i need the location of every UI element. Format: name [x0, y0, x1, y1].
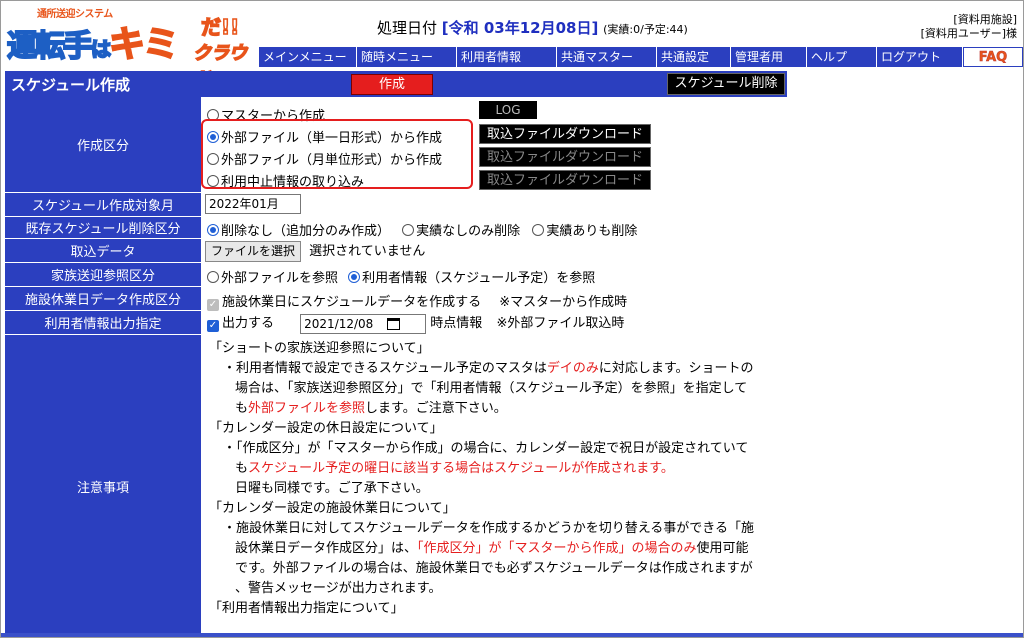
download-template-button-2[interactable]: 取込ファイルダウンロード — [479, 147, 651, 167]
menu-common-settings[interactable]: 共通設定 — [657, 47, 731, 67]
row-target-month: スケジュール作成対象月 2022年01月 — [5, 193, 787, 217]
family-ref-label: 家族送迎参照区分 — [5, 263, 201, 286]
user-output-date-input[interactable]: 2021/12/08 — [300, 313, 427, 334]
menu-adhoc[interactable]: 随時メニュー — [357, 47, 457, 67]
notes-label: 注意事項 — [5, 335, 201, 637]
log-button[interactable]: LOG — [479, 101, 537, 119]
menu-main[interactable]: メインメニュー — [259, 47, 357, 67]
app-window: 通所送迎システム 運転手はキミ だ!! クラウド 処理日付 [令和 03年12月… — [0, 0, 1024, 638]
logo-title: 運転手はキミ — [6, 23, 180, 66]
menu-help[interactable]: ヘルプ — [807, 47, 877, 67]
processing-date: 処理日付 [令和 03年12月08日] (実績:0/予定:44) — [377, 19, 688, 37]
menu-common-master[interactable]: 共通マスター — [557, 47, 657, 67]
radio-selected-icon[interactable] — [348, 271, 361, 283]
processing-date-value: [令和 03年12月08日] — [441, 19, 599, 37]
holiday-data-checkbox[interactable]: ✓ — [207, 299, 219, 311]
family-ref-option-file[interactable]: 外部ファイルを参照 — [207, 271, 338, 286]
delete-type-option-none[interactable]: 削除なし（追加分のみ作成） — [207, 224, 390, 239]
family-ref-option-user-info[interactable]: 利用者情報（スケジュール予定）を参照 — [348, 271, 595, 286]
holiday-data-note: ※マスターから作成時 — [499, 295, 628, 310]
row-import-data: 取込データ ファイルを選択 選択されていません — [5, 239, 787, 263]
menu-user-info[interactable]: 利用者情報 — [457, 47, 557, 67]
delete-type-option-with-results[interactable]: 実績ありも削除 — [532, 224, 637, 239]
main-menu-bar: メインメニュー 随時メニュー 利用者情報 共通マスター 共通設定 管理者用 ヘル… — [259, 47, 1023, 67]
user-output-checkbox[interactable]: ✓ — [207, 320, 219, 332]
highlight-box — [201, 119, 473, 189]
logo-da: だ!! — [200, 14, 240, 40]
calendar-icon[interactable] — [387, 317, 401, 330]
import-data-label: 取込データ — [5, 239, 201, 262]
facility-name: [資料用施設] — [953, 13, 1017, 26]
delete-type-option-no-results[interactable]: 実績なしのみ削除 — [402, 224, 520, 239]
create-type-label: 作成区分 — [5, 97, 201, 192]
row-notes: 注意事項 「ショートの家族送迎参照について」 ・利用者情報で設定できるスケジュー… — [5, 335, 787, 637]
menu-logout[interactable]: ログアウト — [877, 47, 963, 67]
logo[interactable]: 通所送迎システム 運転手はキミ だ!! クラウド — [6, 5, 257, 91]
delete-schedule-button[interactable]: スケジュール削除 — [667, 73, 785, 95]
download-template-button-3[interactable]: 取込ファイルダウンロード — [479, 170, 651, 190]
file-status: 選択されていません — [309, 244, 426, 259]
page-title-bar: スケジュール作成 作成 スケジュール削除 — [5, 71, 787, 97]
notes-content: 「ショートの家族送迎参照について」 ・利用者情報で設定できるスケジュール予定のマ… — [203, 335, 787, 637]
create-button[interactable]: 作成 — [351, 74, 433, 95]
user-output-label: 利用者情報出力指定 — [5, 311, 201, 334]
row-user-output: 利用者情報出力指定 ✓ 出力する 2021/12/08 時点情報 ※外部ファイル取… — [5, 311, 787, 335]
schedule-form: 作成区分 マスターから作成 外部ファイル（単一日形式）から作成 外部ファイル（月… — [5, 97, 787, 637]
row-delete-type: 既存スケジュール削除区分 削除なし（追加分のみ作成） 実績なしのみ削除 実績あり… — [5, 217, 787, 239]
download-template-button-1[interactable]: 取込ファイルダウンロード — [479, 124, 651, 144]
delete-type-label: 既存スケジュール削除区分 — [5, 217, 201, 238]
radio-icon[interactable] — [207, 271, 219, 283]
radio-selected-icon[interactable] — [207, 224, 219, 236]
schedule-counts: (実績:0/予定:44) — [603, 23, 688, 36]
row-holiday-data: 施設休業日データ作成区分 ✓ 施設休業日にスケジュールデータを作成する ※マスター… — [5, 287, 787, 311]
menu-admin[interactable]: 管理者用 — [731, 47, 807, 67]
faq-button[interactable]: FAQ — [963, 47, 1023, 67]
bottom-bar — [1, 633, 1023, 637]
holiday-data-label: 施設休業日データ作成区分 — [5, 287, 201, 310]
row-family-ref: 家族送迎参照区分 外部ファイルを参照 利用者情報（スケジュール予定）を参照 — [5, 263, 787, 287]
radio-icon[interactable] — [402, 224, 415, 236]
target-month-input[interactable]: 2022年01月 — [205, 194, 301, 214]
radio-icon[interactable] — [532, 224, 545, 236]
facility-user-info: [資料用施設] [資料用ユーザー]様 — [921, 13, 1017, 41]
choose-file-button[interactable]: ファイルを選択 — [205, 241, 302, 262]
target-month-label: スケジュール作成対象月 — [5, 193, 201, 216]
user-name: [資料用ユーザー]様 — [920, 27, 1017, 40]
header: 通所送迎システム 運転手はキミ だ!! クラウド 処理日付 [令和 03年12月… — [1, 1, 1023, 91]
page-title: スケジュール作成 — [11, 76, 130, 94]
